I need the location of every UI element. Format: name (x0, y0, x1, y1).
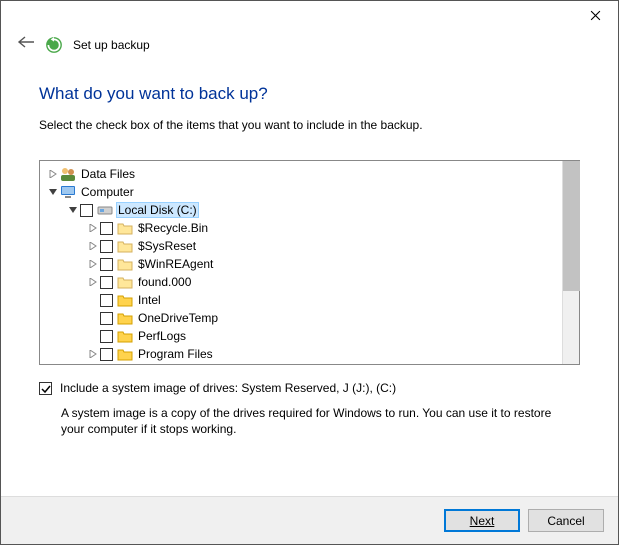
content-area: What do you want to back up? Select the … (1, 66, 618, 496)
expander-icon[interactable] (86, 278, 100, 286)
users-icon (60, 166, 76, 182)
folder-icon (117, 238, 133, 254)
expander-icon[interactable] (46, 170, 60, 178)
checkbox[interactable] (100, 276, 113, 289)
tree-container: Data Files Computer Local Disk (C:) (39, 160, 580, 365)
backup-tree[interactable]: Data Files Computer Local Disk (C:) (40, 161, 562, 364)
wizard-title: Set up backup (73, 38, 150, 52)
checkbox[interactable] (80, 204, 93, 217)
node-label: Computer (79, 185, 136, 199)
expander-icon[interactable] (46, 188, 60, 196)
checkbox[interactable] (100, 240, 113, 253)
expander-icon[interactable] (86, 224, 100, 232)
cancel-button-label: Cancel (547, 514, 584, 528)
folder-icon (117, 346, 133, 362)
drive-icon (97, 202, 113, 218)
system-image-description: A system image is a copy of the drives r… (61, 405, 571, 437)
node-label: Program Files (136, 347, 215, 361)
titlebar (1, 1, 618, 31)
close-icon (590, 10, 601, 21)
tree-node-folder[interactable]: $Recycle.Bin (40, 219, 562, 237)
checkbox[interactable] (100, 348, 113, 361)
wizard-header: Set up backup (1, 31, 618, 66)
tree-node-folder[interactable]: PerfLogs (40, 327, 562, 345)
back-arrow-icon[interactable] (17, 35, 35, 54)
system-image-option[interactable]: Include a system image of drives: System… (39, 381, 580, 395)
node-label: $WinREAgent (136, 257, 215, 271)
tree-node-folder[interactable]: found.000 (40, 273, 562, 291)
check-icon (41, 384, 51, 394)
node-label: OneDriveTemp (136, 311, 220, 325)
next-button[interactable]: Next (444, 509, 520, 532)
tree-node-local-disk[interactable]: Local Disk (C:) (40, 201, 562, 219)
backup-wizard-window: Set up backup What do you want to back u… (0, 0, 619, 545)
node-label: Intel (136, 293, 163, 307)
folder-icon (117, 220, 133, 236)
checkbox[interactable] (100, 294, 113, 307)
tree-node-computer[interactable]: Computer (40, 183, 562, 201)
tree-node-folder[interactable]: $SysReset (40, 237, 562, 255)
tree-node-data-files[interactable]: Data Files (40, 165, 562, 183)
wizard-footer: Next Cancel (1, 496, 618, 544)
page-heading: What do you want to back up? (39, 84, 580, 104)
checkbox[interactable] (100, 312, 113, 325)
expander-icon[interactable] (86, 350, 100, 358)
tree-node-folder[interactable]: Intel (40, 291, 562, 309)
expander-icon[interactable] (66, 206, 80, 214)
scrollbar-thumb[interactable] (563, 161, 580, 291)
computer-icon (60, 184, 76, 200)
node-label: $SysReset (136, 239, 198, 253)
checkbox[interactable] (100, 258, 113, 271)
node-label: PerfLogs (136, 329, 188, 343)
node-label: Data Files (79, 167, 137, 181)
folder-icon (117, 328, 133, 344)
folder-icon (117, 256, 133, 272)
scrollbar[interactable] (562, 161, 579, 364)
folder-icon (117, 310, 133, 326)
system-image-label: Include a system image of drives: System… (60, 381, 396, 395)
backup-icon (45, 36, 63, 54)
cancel-button[interactable]: Cancel (528, 509, 604, 532)
folder-icon (117, 274, 133, 290)
close-button[interactable] (572, 1, 618, 29)
checkbox[interactable] (100, 330, 113, 343)
expander-icon[interactable] (86, 242, 100, 250)
node-label: $Recycle.Bin (136, 221, 210, 235)
node-label: Local Disk (C:) (116, 202, 199, 218)
node-label: found.000 (136, 275, 193, 289)
checkbox-checked[interactable] (39, 382, 52, 395)
checkbox[interactable] (100, 222, 113, 235)
tree-node-folder[interactable]: Program Files (40, 345, 562, 363)
page-instructions: Select the check box of the items that y… (39, 118, 580, 132)
tree-node-folder[interactable]: $WinREAgent (40, 255, 562, 273)
tree-node-folder[interactable]: OneDriveTemp (40, 309, 562, 327)
folder-icon (117, 292, 133, 308)
next-button-label: Next (470, 514, 495, 528)
expander-icon[interactable] (86, 260, 100, 268)
